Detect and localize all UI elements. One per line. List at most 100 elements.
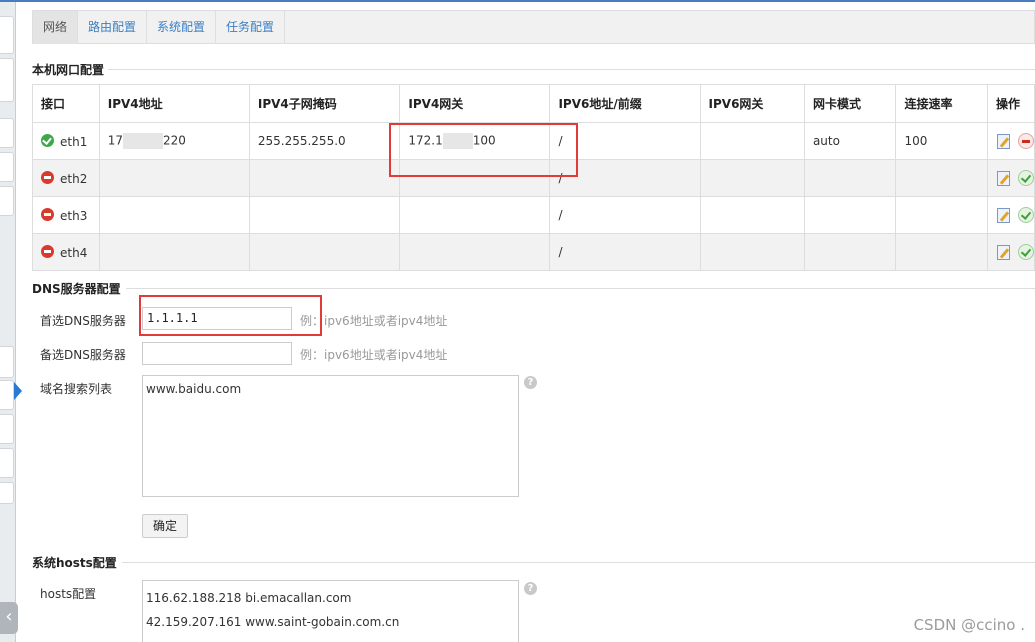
enable-icon[interactable] <box>1018 207 1034 223</box>
interface-name: eth4 <box>60 245 88 260</box>
column-header: IPV6地址/前缀 <box>549 84 701 123</box>
edit-icon[interactable] <box>996 207 1012 223</box>
column-header: 网卡模式 <box>803 84 897 123</box>
disable-icon[interactable] <box>1018 133 1034 149</box>
interface-cell: eth3 <box>32 196 100 234</box>
mask-cell <box>248 159 401 197</box>
top-accent-line <box>0 0 1035 2</box>
confirm-button[interactable]: 确定 <box>142 514 189 538</box>
speed-cell <box>895 233 988 271</box>
section-title-nic: 本机网口配置 <box>32 63 105 77</box>
divider <box>108 69 1035 70</box>
enable-icon[interactable] <box>1018 244 1034 260</box>
tab-network[interactable]: 网络 <box>33 11 79 44</box>
interface-name: eth1 <box>60 134 88 149</box>
actions-cell <box>987 122 1035 160</box>
edit-icon[interactable] <box>996 170 1012 186</box>
tab-tasks[interactable]: 任务配置 <box>216 11 286 44</box>
secondary-dns-label: 备选DNS服务器 <box>40 348 126 362</box>
speed-cell <box>895 159 988 197</box>
watermark: CSDN @ccino . <box>913 616 1025 634</box>
section-title-dns: DNS服务器配置 <box>32 282 121 296</box>
mode-cell <box>803 233 897 271</box>
gateway-cell <box>399 233 551 271</box>
table-row: eth3 / <box>32 196 1035 234</box>
ipv4-prefix: 17 <box>107 133 124 148</box>
interface-cell: eth4 <box>32 233 100 271</box>
ipv4-cell <box>98 196 250 234</box>
collapse-sidebar-button[interactable]: ‹ <box>0 602 18 634</box>
sidebar-item-active[interactable] <box>0 380 14 410</box>
tab-bar: 网络 路由配置 系统配置 任务配置 <box>32 10 1035 44</box>
gateway-cell <box>399 196 551 234</box>
ipv6-gateway-cell <box>699 159 805 197</box>
status-down-icon <box>41 170 54 184</box>
actions-cell <box>987 196 1035 234</box>
edit-icon[interactable] <box>996 244 1012 260</box>
tab-system[interactable]: 系统配置 <box>147 11 217 44</box>
section-title-hosts: 系统hosts配置 <box>32 556 117 570</box>
mode-cell <box>803 196 897 234</box>
secondary-dns-input[interactable] <box>142 342 292 365</box>
interface-name: eth3 <box>60 208 88 223</box>
column-header: IPV4地址 <box>98 84 250 123</box>
speed-cell: 100 <box>895 122 988 160</box>
status-up-icon <box>41 133 54 147</box>
actions-cell <box>987 159 1035 197</box>
sidebar-item[interactable] <box>0 152 14 182</box>
sidebar-item[interactable] <box>0 346 14 378</box>
column-header: IPV6网关 <box>699 84 805 123</box>
table-row: eth4 / <box>32 233 1035 271</box>
sidebar-item[interactable] <box>0 186 14 216</box>
search-domain-textarea[interactable]: www.baidu.com <box>142 375 519 497</box>
hosts-textarea[interactable]: 116.62.188.218 bi.emacallan.com 42.159.2… <box>142 580 519 642</box>
ipv4-suffix: 220 <box>163 133 186 148</box>
sidebar-item[interactable] <box>0 414 14 444</box>
divider <box>122 562 1035 563</box>
mask-cell <box>248 233 401 271</box>
help-icon[interactable]: ? <box>524 376 537 389</box>
hosts-line: 42.159.207.161 www.saint-gobain.com.cn <box>146 615 400 629</box>
sidebar-item[interactable] <box>0 448 14 478</box>
status-down-icon <box>41 244 54 258</box>
primary-dns-label: 首选DNS服务器 <box>40 314 126 328</box>
status-down-icon <box>41 207 54 221</box>
search-domain-label: 域名搜索列表 <box>40 382 113 396</box>
enable-icon[interactable] <box>1018 170 1034 186</box>
interface-cell: eth2 <box>32 159 100 197</box>
highlight-box <box>139 295 322 336</box>
sidebar-item[interactable] <box>0 58 14 102</box>
column-header: 连接速率 <box>895 84 988 123</box>
actions-cell <box>987 233 1035 271</box>
secondary-dns-hint: 例：ipv6地址或者ipv4地址 <box>300 348 448 362</box>
column-header: IPV4子网掩码 <box>248 84 401 123</box>
mask-cell <box>248 196 401 234</box>
mode-cell <box>803 159 897 197</box>
interface-cell: eth1 <box>32 122 100 160</box>
hosts-line: 116.62.188.218 bi.emacallan.com <box>146 591 352 605</box>
mode-cell: auto <box>803 122 897 160</box>
highlight-box <box>389 123 578 177</box>
redacted-block <box>123 133 164 149</box>
ipv6-gateway-cell <box>699 122 805 160</box>
edit-icon[interactable] <box>996 133 1012 149</box>
table-header-row: 接口 IPV4地址 IPV4子网掩码 IPV4网关 IPV6地址/前缀 IPV6… <box>32 84 1035 123</box>
ipv6-cell: / <box>549 196 701 234</box>
column-header: 接口 <box>32 84 100 123</box>
active-indicator-icon <box>14 382 22 400</box>
divider <box>126 288 1035 289</box>
sidebar-item[interactable] <box>0 482 14 504</box>
ipv4-cell <box>98 159 250 197</box>
column-header: 操作 <box>987 84 1035 123</box>
ipv4-cell <box>98 233 250 271</box>
help-icon[interactable]: ? <box>524 582 537 595</box>
speed-cell <box>895 196 988 234</box>
tab-routing[interactable]: 路由配置 <box>78 11 148 44</box>
main-content: 网络 路由配置 系统配置 任务配置 本机网口配置 接口 IPV4地址 IPV4子… <box>24 10 1035 642</box>
sidebar-item[interactable] <box>0 118 14 148</box>
ipv6-cell: / <box>549 233 701 271</box>
hosts-label: hosts配置 <box>40 587 97 601</box>
interface-name: eth2 <box>60 171 88 186</box>
column-header: IPV4网关 <box>399 84 551 123</box>
sidebar-item[interactable] <box>0 16 14 54</box>
